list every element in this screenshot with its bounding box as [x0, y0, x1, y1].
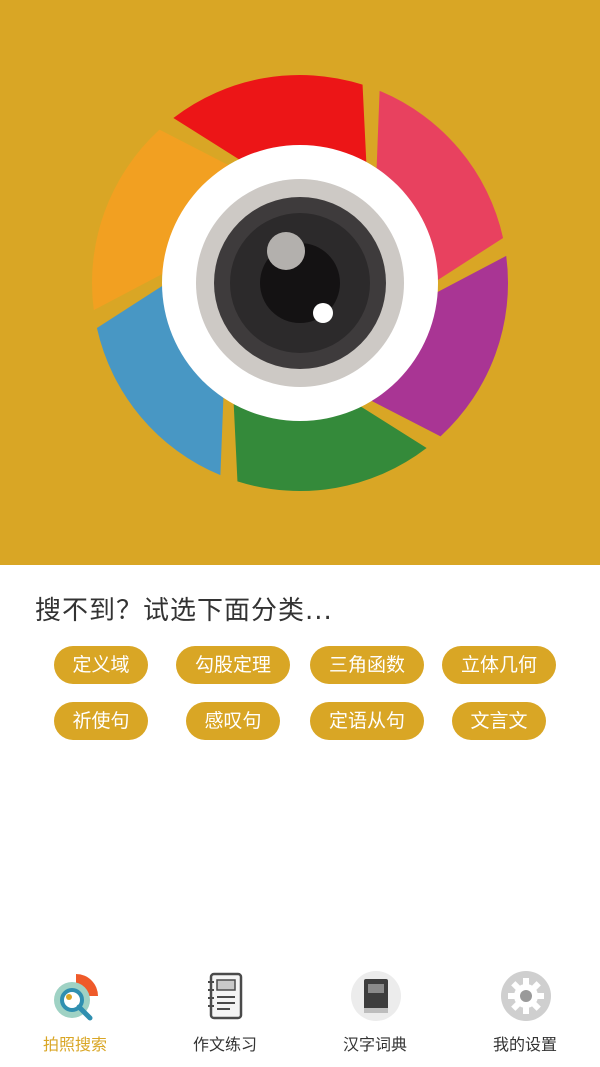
tab-my-settings[interactable]: 我的设置 — [450, 955, 600, 1067]
category-tag-trigonometry[interactable]: 三角函数 — [310, 646, 424, 684]
category-tag-pythagoras[interactable]: 勾股定理 — [176, 646, 290, 684]
lens-highlight-large — [267, 232, 305, 270]
tab-composition-practice[interactable]: 作文练习 — [150, 955, 300, 1067]
lens-highlight-small — [313, 303, 333, 323]
search-prompt-text: 搜不到？试选下面分类... — [35, 596, 333, 626]
category-tag-attributive-clause[interactable]: 定语从句 — [310, 702, 424, 740]
camera-hero-banner[interactable] — [0, 0, 600, 565]
tab-label: 我的设置 — [492, 1035, 557, 1054]
bottom-tab-bar: 拍照搜索 作文练习 汉字词典 我的设置 — [0, 955, 600, 1067]
settings-gear-icon — [501, 971, 551, 1021]
tab-label: 作文练习 — [192, 1035, 257, 1054]
camera-aperture-icon — [92, 75, 508, 492]
category-tag-domain[interactable]: 定义域 — [54, 646, 148, 684]
category-tag-exclamatory[interactable]: 感叹句 — [186, 702, 280, 740]
tab-photo-search[interactable]: 拍照搜索 — [0, 955, 150, 1067]
tab-label: 拍照搜索 — [42, 1035, 107, 1054]
app-screen: 搜不到？试选下面分类... 定义域 勾股定理 三角函数 立体几何 祈使句 感叹句… — [0, 0, 600, 1067]
photo-search-icon — [54, 974, 98, 1021]
dictionary-book-icon — [351, 971, 401, 1021]
category-tag-imperative[interactable]: 祈使句 — [54, 702, 148, 740]
category-tag-solid-geometry[interactable]: 立体几何 — [442, 646, 556, 684]
tab-label: 汉字词典 — [342, 1035, 407, 1054]
category-tag-classical-chinese[interactable]: 文言文 — [452, 702, 546, 740]
notebook-icon — [208, 972, 243, 1020]
tab-chinese-dictionary[interactable]: 汉字词典 — [300, 955, 450, 1067]
